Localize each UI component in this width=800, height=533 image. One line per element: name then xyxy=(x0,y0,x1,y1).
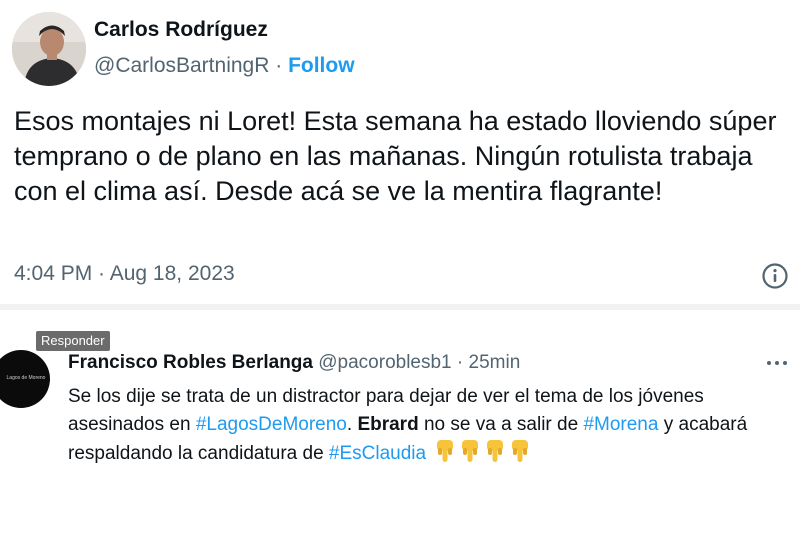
responder-tooltip: Responder xyxy=(36,331,110,351)
meta-separator: · xyxy=(92,262,110,285)
reply-bold-word: Ebrard xyxy=(357,414,419,435)
tweet-embed: Carlos Rodríguez @CarlosBartningR · Foll… xyxy=(0,0,800,304)
follow-button[interactable]: Follow xyxy=(288,54,355,77)
handle-separator: · xyxy=(269,54,289,77)
author-name[interactable]: Carlos Rodríguez xyxy=(94,18,268,42)
section-divider xyxy=(0,304,800,310)
reply-author-name[interactable]: Francisco Robles Berlanga xyxy=(68,352,313,373)
info-icon[interactable] xyxy=(761,262,789,290)
more-dots-icon[interactable] xyxy=(766,351,788,377)
author-handle[interactable]: @CarlosBartningR xyxy=(94,54,269,77)
pointing-down-hand-icon xyxy=(462,440,479,462)
tweet-text: Esos montajes ni Loret! Esta semana ha e… xyxy=(14,106,777,206)
pointing-down-hand-icon xyxy=(512,440,529,462)
reply-text: Se los dije se trata de un distractor pa… xyxy=(68,383,793,472)
reply-avatar[interactable]: Lagos de Moreno xyxy=(0,350,50,408)
reply-header: Francisco Robles Berlanga @pacoroblesb1 … xyxy=(68,352,520,374)
hashtag-lagosdemoreno[interactable]: #LagosDeMoreno xyxy=(196,414,347,435)
handle-row: @CarlosBartningR · Follow xyxy=(94,54,355,78)
reply-text-part: . xyxy=(346,414,358,435)
reply-separator: · xyxy=(451,352,469,373)
reply-text-part: no se va a salir de xyxy=(418,414,584,435)
tweet-timestamp[interactable]: 4:04 PM · Aug 18, 2023 xyxy=(14,262,235,286)
tweet-time: 4:04 PM xyxy=(14,262,93,285)
reply-author-handle[interactable]: @pacoroblesb1 xyxy=(318,352,451,373)
avatar[interactable] xyxy=(12,12,86,86)
reply-time[interactable]: 25min xyxy=(469,352,521,373)
hashtag-esclaudia[interactable]: #EsClaudia xyxy=(329,443,426,464)
pointing-down-hand-icon xyxy=(487,440,504,462)
hashtag-morena[interactable]: #Morena xyxy=(583,414,658,435)
emoji-row xyxy=(431,439,531,472)
pointing-down-hand-icon xyxy=(437,440,454,462)
tweet-date: Aug 18, 2023 xyxy=(109,262,235,285)
reply-avatar-label: Lagos de Moreno xyxy=(6,375,46,381)
profile-photo xyxy=(12,12,86,86)
